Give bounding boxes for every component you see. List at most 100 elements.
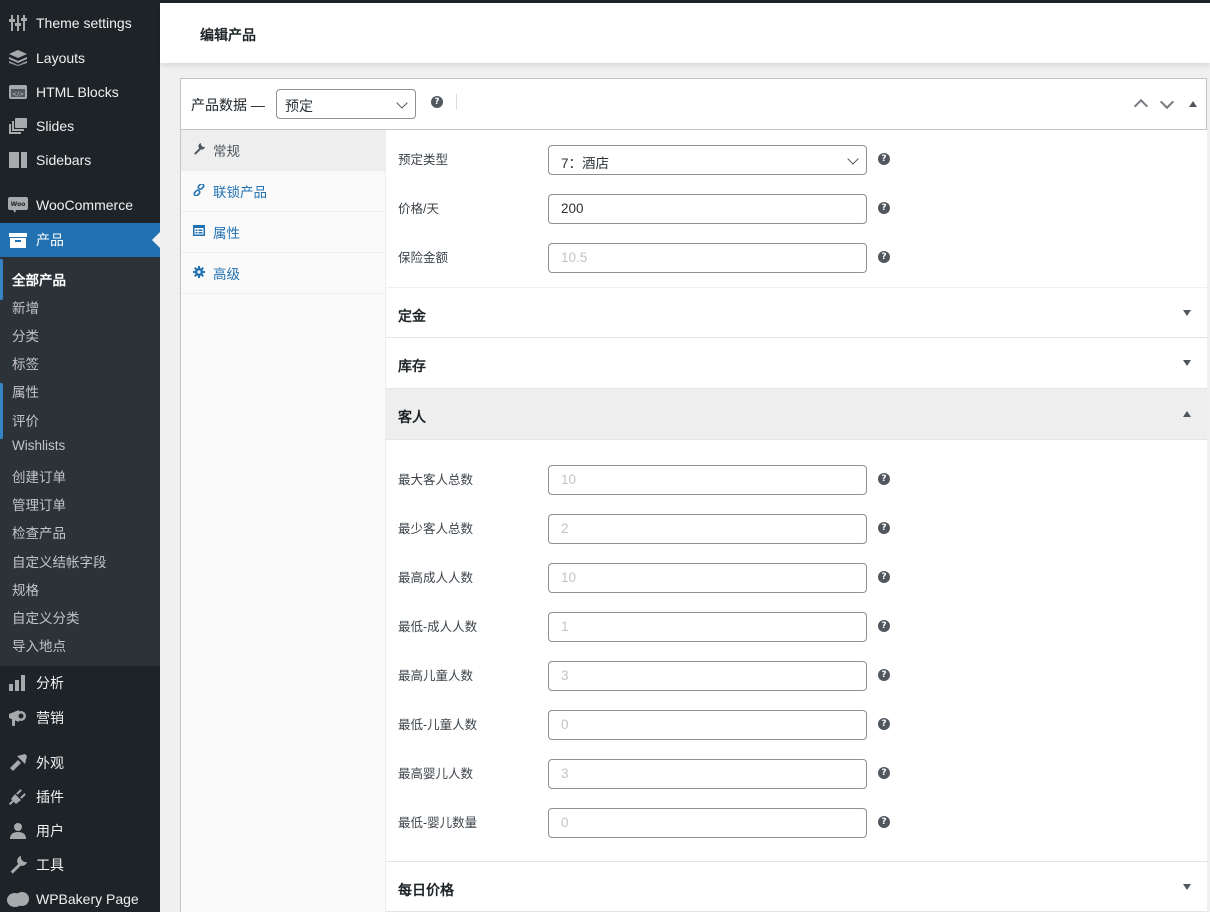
caret-down-icon	[1183, 360, 1191, 366]
menu-tools[interactable]: 工具	[0, 848, 160, 882]
caret-up-icon	[1183, 411, 1191, 417]
submenu-import-locations[interactable]: 导入地点	[12, 635, 66, 655]
list-card-icon	[193, 225, 213, 239]
archive-icon	[0, 232, 36, 248]
product-type-select[interactable]: 预定	[276, 89, 416, 119]
submenu-attributes[interactable]: 属性	[12, 381, 39, 401]
link-icon	[193, 182, 213, 199]
menu-wpbakery[interactable]: WPBakery Page	[0, 882, 160, 912]
wrench-icon	[193, 142, 213, 158]
marker	[0, 259, 3, 300]
menu-appearance[interactable]: 外观	[0, 746, 160, 780]
guest-field-row: 最高成人人数 10 ?	[386, 548, 1207, 597]
guest-field-row: 最大客人总数 10 ?	[386, 450, 1207, 499]
gear-icon	[193, 265, 213, 281]
booking-type-select[interactable]: 7：酒店	[548, 145, 867, 175]
tab-linked-products[interactable]: 联锁产品	[181, 171, 386, 212]
menu-theme-settings[interactable]: Theme settings	[0, 6, 160, 40]
max-guests-input[interactable]: 10	[548, 465, 867, 495]
guest-field-row: 最少客人总数 2 ?	[386, 499, 1207, 548]
help-icon[interactable]: ?	[878, 522, 890, 534]
menu-marketing[interactable]: 营销	[0, 701, 160, 735]
guest-field-row: 最低-成人人数 1 ?	[386, 597, 1207, 646]
divider	[456, 94, 457, 110]
help-icon[interactable]: ?	[878, 816, 890, 828]
price-per-day-input[interactable]: 200	[548, 194, 867, 224]
menu-analytics[interactable]: 分析	[0, 666, 160, 700]
submenu-specs[interactable]: 规格	[12, 579, 39, 599]
product-data-panel: 产品数据 — 预定 ? 常规 联锁产品 属性 高级 预定类型 7：酒店 ? 价格…	[180, 78, 1207, 912]
product-data-tabs: 常规 联锁产品 属性 高级	[181, 130, 386, 912]
bar-chart-icon	[0, 675, 36, 691]
tab-attributes[interactable]: 属性	[181, 212, 386, 253]
min-infants-input[interactable]: 0	[548, 808, 867, 838]
insurance-amount-input[interactable]: 10.5	[548, 243, 867, 273]
min-children-input[interactable]: 0	[548, 710, 867, 740]
submenu-all-products[interactable]: 全部产品	[12, 269, 66, 289]
help-icon[interactable]: ?	[431, 96, 443, 108]
booking-type-row: 预定类型 7：酒店 ?	[386, 130, 1207, 179]
help-icon[interactable]: ?	[878, 251, 890, 263]
submenu-manage-orders[interactable]: 管理订单	[12, 494, 66, 514]
page-title: 编辑产品	[200, 27, 256, 43]
menu-woocommerce[interactable]: Woo WooCommerce	[0, 188, 160, 222]
submenu-add-new[interactable]: 新增	[12, 297, 39, 317]
panel-title: 产品数据 —	[191, 97, 265, 113]
min-guests-input[interactable]: 2	[548, 514, 867, 544]
svg-text:Woo: Woo	[11, 201, 26, 208]
help-icon[interactable]: ?	[878, 473, 890, 485]
submenu-create-order[interactable]: 创建订单	[12, 466, 66, 486]
tab-general[interactable]: 常规	[181, 130, 386, 171]
section-daily-price[interactable]: 每日价格	[386, 861, 1207, 912]
help-icon[interactable]: ?	[878, 669, 890, 681]
code-block-icon: </>	[0, 84, 36, 100]
submenu-custom-taxonomy[interactable]: 自定义分类	[12, 607, 80, 627]
price-per-day-row: 价格/天 200 ?	[386, 179, 1207, 228]
user-icon	[0, 822, 36, 840]
page-header: 编辑产品	[160, 3, 1210, 63]
sliders-icon	[0, 15, 36, 31]
max-adults-input[interactable]: 10	[548, 563, 867, 593]
svg-text:</>: </>	[12, 91, 24, 98]
menu-plugins[interactable]: 插件	[0, 780, 160, 814]
submenu-checkout-fields[interactable]: 自定义结帐字段	[12, 551, 107, 571]
help-icon[interactable]: ?	[878, 202, 890, 214]
submenu-tags[interactable]: 标签	[12, 353, 39, 373]
section-inventory[interactable]: 库存	[386, 338, 1207, 389]
current-menu-arrow	[152, 232, 160, 248]
help-icon[interactable]: ?	[878, 718, 890, 730]
submenu-check-products[interactable]: 检查产品	[12, 522, 66, 542]
menu-slides[interactable]: Slides	[0, 109, 160, 143]
admin-sidebar: Theme settings Layouts </> HTML Blocks S…	[0, 0, 160, 912]
menu-users[interactable]: 用户	[0, 814, 160, 848]
tab-advanced[interactable]: 高级	[181, 253, 386, 294]
menu-html-blocks[interactable]: </> HTML Blocks	[0, 75, 160, 109]
chevron-down-icon	[847, 153, 859, 165]
submenu-categories[interactable]: 分类	[12, 325, 39, 345]
paintbrush-icon	[0, 754, 36, 772]
max-children-input[interactable]: 3	[548, 661, 867, 691]
move-up-button[interactable]	[1133, 96, 1149, 112]
help-icon[interactable]: ?	[878, 571, 890, 583]
help-icon[interactable]: ?	[878, 767, 890, 779]
panel-header: 产品数据 — 预定 ?	[181, 79, 1206, 130]
help-icon[interactable]: ?	[878, 620, 890, 632]
marker	[0, 383, 3, 439]
guest-field-row: 最高儿童人数 3 ?	[386, 646, 1207, 695]
toggle-panel-button[interactable]	[1185, 96, 1201, 112]
menu-products[interactable]: 产品	[0, 223, 160, 257]
menu-sidebars[interactable]: Sidebars	[0, 143, 160, 177]
woo-icon: Woo	[0, 197, 36, 213]
submenu-reviews[interactable]: 评价	[12, 410, 39, 430]
help-icon[interactable]: ?	[878, 153, 890, 165]
move-down-button[interactable]	[1159, 96, 1175, 112]
section-guests[interactable]: 客人	[386, 389, 1207, 440]
submenu-wishlists[interactable]: Wishlists	[12, 438, 65, 453]
layers-icon	[0, 50, 36, 66]
min-adults-input[interactable]: 1	[548, 612, 867, 642]
general-tab-content: 预定类型 7：酒店 ? 价格/天 200 ? 保险金额 10.5 ? 定金 库存…	[386, 130, 1207, 912]
menu-layouts[interactable]: Layouts	[0, 41, 160, 75]
max-infants-input[interactable]: 3	[548, 759, 867, 789]
slides-icon	[0, 118, 36, 134]
section-deposit[interactable]: 定金	[386, 287, 1207, 338]
